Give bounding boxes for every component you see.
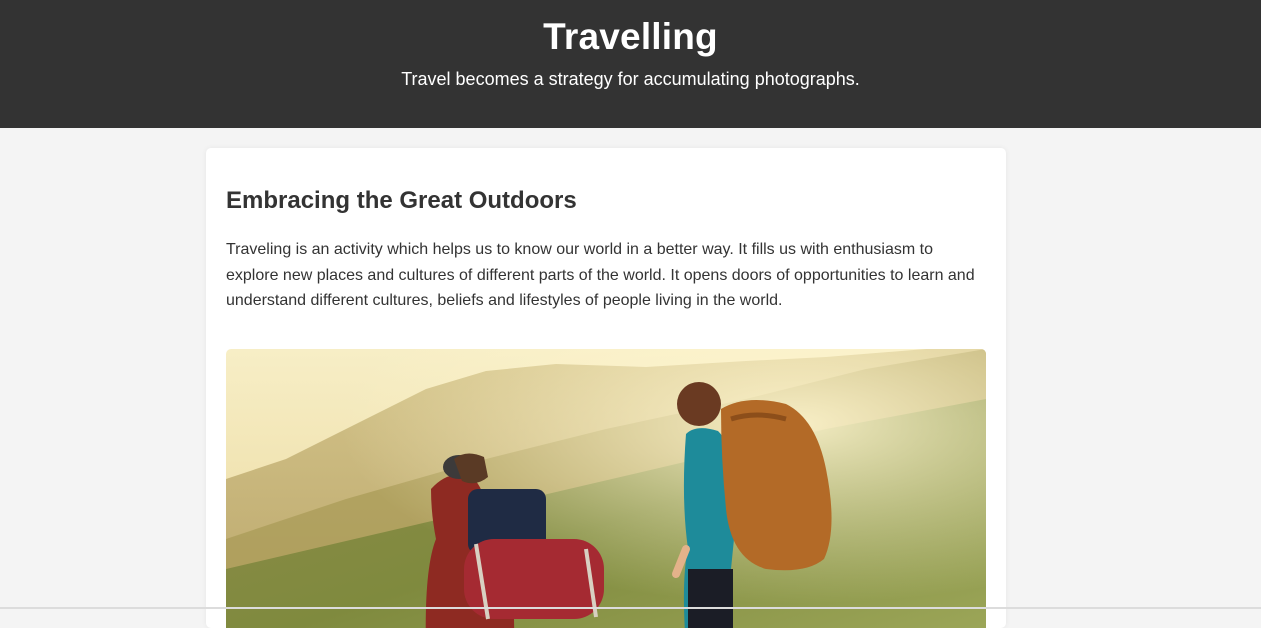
article-heading: Embracing the Great Outdoors (226, 187, 577, 214)
site-header: Travelling Travel becomes a strategy for… (0, 0, 1261, 128)
hikers-photo (226, 349, 986, 628)
site-title: Travelling (543, 16, 718, 57)
article-paragraph: Traveling is an activity which helps us … (226, 241, 975, 309)
article-card: Embracing the Great Outdoors Traveling i… (206, 148, 1006, 628)
site-tagline: Travel becomes a strategy for accumulati… (401, 69, 860, 89)
